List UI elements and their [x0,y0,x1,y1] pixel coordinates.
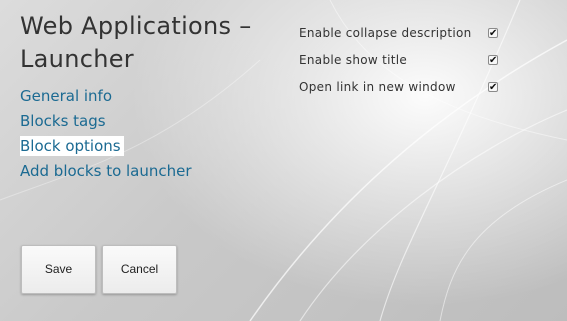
nav-item-blocks-tags[interactable]: Blocks tags [20,111,192,131]
option-row-new-window: Open link in new window ✔ [299,78,511,105]
option-label: Open link in new window [299,80,456,94]
cancel-button[interactable]: Cancel [102,245,177,294]
collapse-description-checkbox[interactable]: ✔ [488,28,498,39]
option-label: Enable show title [299,53,408,67]
option-row-show-title: Enable show title ✔ [299,51,511,78]
section-nav: General info Blocks tags Block options A… [20,86,192,186]
nav-item-block-options[interactable]: Block options [20,136,124,156]
block-options-list: Enable collapse description ✔ Enable sho… [299,24,511,105]
save-button[interactable]: Save [21,245,96,294]
nav-item-add-blocks[interactable]: Add blocks to launcher [20,161,192,181]
nav-item-general-info[interactable]: General info [20,86,192,106]
option-row-collapse-description: Enable collapse description ✔ [299,24,511,51]
new-window-checkbox[interactable]: ✔ [488,82,498,93]
show-title-checkbox[interactable]: ✔ [488,55,498,66]
page-title: Web Applications – Launcher [20,12,252,73]
option-label: Enable collapse description [299,26,472,40]
